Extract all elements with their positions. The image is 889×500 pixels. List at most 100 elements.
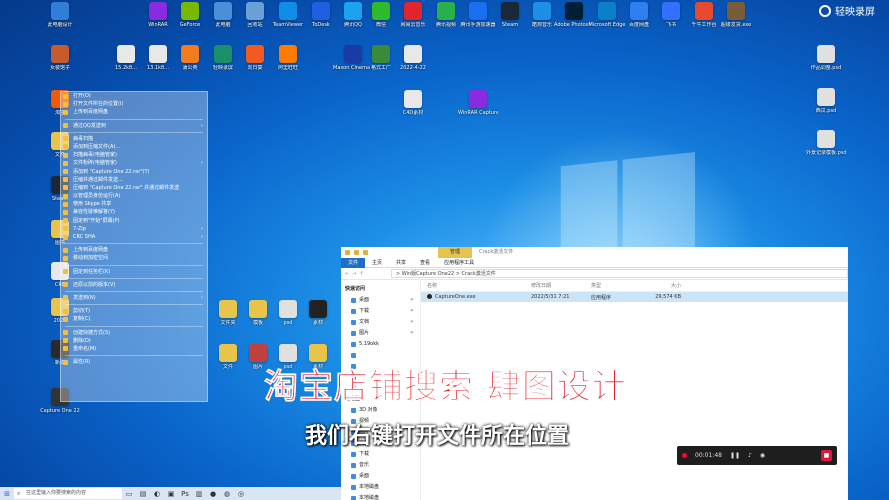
address-path[interactable]: > Win版Capture One22 > Crack激活文件 bbox=[391, 269, 848, 278]
nav-item[interactable]: 文档 ✦ bbox=[341, 317, 420, 328]
context-menu-item[interactable]: 复制(C) bbox=[61, 315, 207, 323]
file-row[interactable]: CaptureOne.exe 2022/5/31 7:21 应用程序 29,574 K… bbox=[421, 292, 848, 302]
manage-tab[interactable]: 管理 bbox=[438, 247, 472, 258]
context-menu-item[interactable]: CRC SHA › bbox=[61, 233, 207, 241]
video-subtitle: 我们右键打开文件所在位置 bbox=[305, 424, 570, 449]
context-menu-item[interactable]: 扫描病毒(电脑管家) bbox=[61, 151, 207, 159]
menu-item-icon bbox=[63, 144, 68, 150]
ribbon-tab[interactable]: 文件 bbox=[341, 257, 366, 268]
context-menu-item[interactable]: 压缩并通过邮件发送... bbox=[61, 176, 207, 184]
desktop-icon[interactable]: 阿里旺旺 bbox=[270, 45, 306, 71]
desktop-icon[interactable]: WinRAR Capture bbox=[458, 90, 498, 116]
nav-item[interactable]: 桌面 bbox=[341, 471, 420, 482]
stop-button[interactable]: ■ bbox=[821, 450, 832, 461]
context-menu-item[interactable]: 病毒扫描 bbox=[61, 135, 207, 143]
context-menu-item[interactable]: 添加到 "Capture One 22.rar"(T) bbox=[61, 168, 207, 176]
app-icon bbox=[817, 88, 835, 106]
nav-item[interactable]: 下载 ✦ bbox=[341, 306, 420, 317]
col-name-header[interactable]: 名称 bbox=[421, 282, 531, 289]
context-menu-item[interactable]: 固定到任务栏(K) bbox=[61, 268, 207, 276]
desktop-icon[interactable]: 此电脑设计 bbox=[42, 2, 78, 28]
taskbar-search-input[interactable]: 在这里输入你要搜索的内容 bbox=[14, 488, 122, 499]
nav-folder-icon bbox=[351, 331, 356, 336]
submenu-arrow-icon: › bbox=[201, 294, 203, 301]
app-icon bbox=[404, 2, 422, 20]
desktop-icon-label: 超级发货.exe bbox=[720, 22, 752, 28]
context-menu-item[interactable]: 打开文件所在的位置(I) bbox=[61, 100, 207, 108]
chrome-taskbar-icon[interactable]: ● bbox=[206, 487, 220, 500]
ribbon-tab[interactable]: 共享 bbox=[389, 258, 413, 268]
nav-item[interactable]: 本地磁盘 bbox=[341, 493, 420, 500]
nav-item[interactable]: 5.19okk bbox=[341, 339, 420, 350]
desktop-icon[interactable]: C4D素材 bbox=[395, 90, 431, 116]
task-view-icon[interactable]: ▭ bbox=[122, 487, 136, 500]
context-menu-item[interactable]: 使用 Skype 共享 bbox=[61, 200, 207, 208]
ribbon-tab[interactable]: 主页 bbox=[365, 258, 389, 268]
context-menu-item[interactable]: 压缩到 "Capture One 22.rar" 并通过邮件发送 bbox=[61, 184, 207, 192]
context-menu-label: 固定到任务栏(K) bbox=[73, 268, 111, 275]
nav-item[interactable]: 下载 bbox=[341, 449, 420, 460]
camera-icon[interactable]: ◉ bbox=[760, 452, 765, 459]
desktop-icon[interactable]: 女装馆子 bbox=[42, 45, 78, 71]
desktop-icon[interactable]: 作品调整.psd bbox=[808, 45, 844, 71]
context-menu-item[interactable]: 添加到压缩文件(A)... bbox=[61, 143, 207, 151]
desktop-icon[interactable]: 西瓜.psd bbox=[808, 88, 844, 114]
ribbon-tab[interactable]: 应用程序工具 bbox=[437, 258, 481, 268]
context-menu-item[interactable]: 打开(O) bbox=[61, 92, 207, 100]
properties-icon[interactable] bbox=[363, 250, 368, 255]
context-menu-item[interactable]: 剪切(T) bbox=[61, 307, 207, 315]
context-menu-item[interactable]: 删除(D) bbox=[61, 337, 207, 345]
ribbon-tab[interactable]: 查看 bbox=[413, 258, 437, 268]
context-menu-label: 通过QQ发送到 bbox=[73, 122, 106, 129]
context-menu-item[interactable]: 兼容性疑难解答(Y) bbox=[61, 208, 207, 216]
save-icon[interactable] bbox=[354, 250, 359, 255]
context-menu-item[interactable]: 发送到(N) › bbox=[61, 294, 207, 302]
desktop-icon[interactable]: 外景记录模板.psd bbox=[806, 130, 846, 156]
context-menu-label: 打开(O) bbox=[73, 93, 91, 99]
mic-icon[interactable]: ♪ bbox=[748, 452, 752, 459]
col-type-header[interactable]: 类型 bbox=[591, 282, 641, 289]
menu-separator bbox=[65, 118, 203, 120]
context-menu-item[interactable]: 上传到百度网盘 bbox=[61, 108, 207, 116]
pause-icon[interactable]: ❚❚ bbox=[730, 452, 740, 459]
explorer-taskbar-icon[interactable]: ▤ bbox=[136, 487, 150, 500]
nav-folder-icon bbox=[351, 474, 356, 479]
desktop-icon[interactable]: 素材 bbox=[300, 300, 336, 326]
context-menu-item[interactable]: 固定到"开始"屏幕(P) bbox=[61, 217, 207, 225]
context-menu-item[interactable]: 重命名(M) bbox=[61, 345, 207, 353]
context-menu-item[interactable]: 7-Zip › bbox=[61, 225, 207, 233]
folder-taskbar-icon[interactable]: ▥ bbox=[192, 487, 206, 500]
nav-item[interactable]: 图片 ✦ bbox=[341, 328, 420, 339]
context-menu-item[interactable]: 通过QQ发送到 › bbox=[61, 122, 207, 130]
nav-item[interactable]: 快速访问 bbox=[341, 284, 420, 295]
nav-item[interactable]: 桌面 ✦ bbox=[341, 295, 420, 306]
context-menu-label: 压缩并通过邮件发送... bbox=[73, 176, 123, 183]
store-taskbar-icon[interactable]: ▣ bbox=[164, 487, 178, 500]
submenu-arrow-icon: › bbox=[201, 225, 203, 232]
recorder-taskbar-icon[interactable]: ◎ bbox=[234, 487, 248, 500]
nav-arrows[interactable]: ←→↑ bbox=[341, 271, 391, 277]
desktop-icon[interactable]: 超级发货.exe bbox=[718, 2, 754, 28]
col-size-header[interactable]: 大小 bbox=[641, 282, 681, 289]
menu-item-icon bbox=[63, 234, 68, 240]
desktop-icon[interactable]: 2022-4-22 bbox=[395, 45, 431, 71]
ps-taskbar-icon[interactable]: Ps bbox=[178, 487, 192, 500]
context-menu-item[interactable]: 还原以前的版本(V) bbox=[61, 281, 207, 289]
col-date-header[interactable]: 修改日期 bbox=[531, 282, 591, 289]
nav-item[interactable]: 本地磁盘 bbox=[341, 482, 420, 493]
app-icon bbox=[469, 90, 487, 108]
context-menu-item[interactable]: 创建快捷方式(S) bbox=[61, 329, 207, 337]
wechat-taskbar-icon[interactable]: ◍ bbox=[220, 487, 234, 500]
edge-taskbar-icon[interactable]: ◐ bbox=[150, 487, 164, 500]
context-menu-label: 压缩到 "Capture One 22.rar" 并通过邮件发送 bbox=[73, 184, 180, 191]
nav-item[interactable]: 音乐 bbox=[341, 460, 420, 471]
context-menu-item[interactable]: 移动到加密空间 bbox=[61, 254, 207, 262]
context-menu-item[interactable]: 上传到百度网盘 bbox=[61, 246, 207, 254]
nav-folder-icon bbox=[351, 463, 356, 468]
context-menu-item[interactable]: 属性(R) bbox=[61, 358, 207, 366]
app-icon bbox=[533, 2, 551, 20]
windows-start-icon[interactable]: ⊞ bbox=[0, 487, 14, 500]
context-menu-item[interactable]: 以管理员身份运行(A) bbox=[61, 192, 207, 200]
context-menu-item[interactable]: 文件粉碎(电脑管家) › bbox=[61, 159, 207, 167]
menu-item-icon bbox=[63, 308, 68, 314]
